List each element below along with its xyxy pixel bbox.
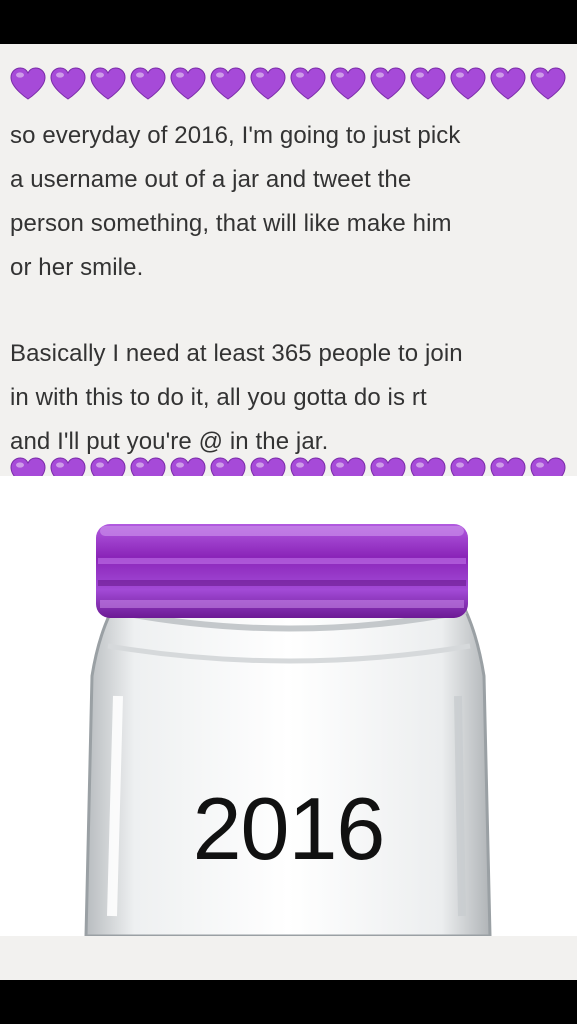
message-paragraph-2: Basically I need at least 365 people to … xyxy=(10,340,463,455)
purple-heart-icon xyxy=(8,66,48,106)
purple-heart-icon xyxy=(368,66,408,106)
purple-heart-icon xyxy=(128,66,168,106)
jar-glass xyxy=(84,594,492,936)
purple-heart-icon xyxy=(208,66,248,106)
message-paragraph-1: so everyday of 2016, I'm going to just p… xyxy=(10,122,461,281)
heart-row-top xyxy=(8,66,568,106)
purple-heart-icon xyxy=(248,66,288,106)
purple-heart-icon xyxy=(168,66,208,106)
purple-heart-icon xyxy=(328,66,368,106)
purple-heart-icon xyxy=(448,66,488,106)
purple-heart-icon xyxy=(88,66,128,106)
purple-heart-icon xyxy=(408,66,448,106)
purple-heart-icon xyxy=(488,66,528,106)
purple-heart-icon xyxy=(48,66,88,106)
purple-heart-icon xyxy=(528,66,568,106)
purple-heart-icon xyxy=(288,66,328,106)
jar-label-year: 2016 xyxy=(192,779,386,878)
